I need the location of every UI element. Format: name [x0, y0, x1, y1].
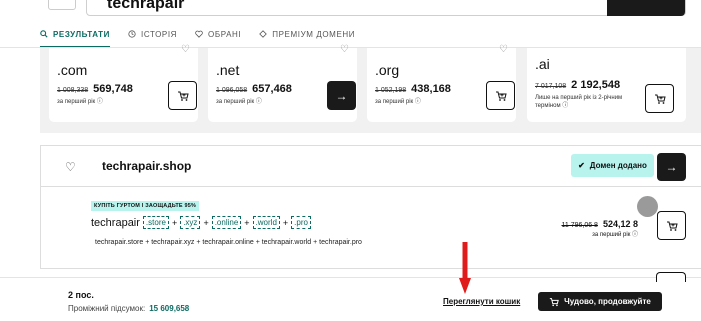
featured-domain-row: ♡ techrapair.shop ✔ Домен додано → [40, 145, 701, 187]
continue-button[interactable]: Чудово, продовжуйте [538, 292, 662, 311]
tld-name: .ai [535, 56, 550, 72]
cart-icon [495, 91, 507, 101]
price-note: за перший рік ⓘ [375, 99, 421, 105]
old-price: 1 052,198 [375, 87, 407, 94]
tld-card-com[interactable]: ♡ .com 1 008,338 569,748 за перший рік ⓘ [49, 44, 198, 122]
tab-label: ПРЕМІУМ ДОМЕНИ [272, 29, 356, 39]
price: 438,168 [411, 83, 451, 95]
tab-results[interactable]: РЕЗУЛЬТАТИ [40, 20, 111, 48]
cart-icon [666, 221, 678, 231]
add-to-cart-button[interactable] [657, 211, 686, 240]
bundle-offer: КУПІТЬ ГУРТОМ І ЗАОЩАДЬТЕ 95% techrapair… [40, 187, 701, 269]
old-price: 11 796,06 8 [561, 222, 598, 229]
extension-chip: .world [252, 216, 280, 229]
price-row: 1 096,058 657,468 [216, 83, 292, 95]
tab-label: ОБРАНІ [208, 29, 242, 39]
search-button[interactable] [607, 0, 685, 16]
heart-icon [195, 30, 203, 38]
cursor-indicator [637, 196, 658, 217]
price-note: за перший рік ⓘ [592, 232, 638, 238]
arrow-right-icon: → [665, 160, 678, 174]
price: 657,468 [252, 83, 292, 95]
price: 569,748 [93, 83, 133, 95]
subtotal-label: Проміжний підсумок: [68, 304, 146, 313]
add-to-cart-button[interactable] [486, 81, 515, 110]
tld-card-ai[interactable]: .ai 7 017,108 2 192,548 Лише на перший р… [527, 48, 686, 122]
bundle-list: techrapair.store + techrapair.xyz + tech… [95, 239, 362, 246]
old-price: 1 096,058 [216, 87, 248, 94]
search-query: techrapair [107, 0, 185, 12]
info-icon: ⓘ [255, 99, 262, 105]
go-arrow-button[interactable]: → [657, 153, 686, 181]
footer-divider [0, 277, 701, 278]
bundle-domains: techrapair .store + .xyz + .online + .wo… [91, 216, 311, 229]
cart-count: 2 пос. [68, 290, 94, 300]
tab-history[interactable]: ІСТОРІЯ [128, 20, 177, 48]
tld-name: .net [216, 62, 240, 78]
tab-label: РЕЗУЛЬТАТИ [53, 29, 111, 39]
diamond-icon [259, 30, 268, 38]
bundle-base: techrapair [91, 216, 140, 229]
results-tabs: РЕЗУЛЬТАТИ ІСТОРІЯ ОБРАНІ ПРЕМІУМ ДОМЕНИ [40, 20, 355, 48]
domain-added-badge: ✔ Домен додано [571, 154, 654, 177]
subtotal-value: 15 609,658 [149, 304, 190, 313]
add-to-cart-button[interactable] [168, 81, 197, 110]
tab-favorites[interactable]: ОБРАНІ [195, 20, 241, 48]
search-area: techrapair [0, 0, 701, 18]
price: 2 192,548 [571, 79, 621, 91]
tld-name: .com [57, 62, 88, 78]
old-price: 7 017,108 [535, 83, 567, 90]
extension-chip: .pro [291, 216, 311, 229]
info-icon: ⓘ [631, 232, 638, 238]
price-row: 1 052,198 438,168 [375, 83, 451, 95]
tld-card-org[interactable]: ♡ .org 1 052,198 438,168 за перший рік ⓘ [367, 44, 516, 122]
old-price: 1 008,338 [57, 87, 89, 94]
subtotal: Проміжний підсумок: 15 609,658 [68, 304, 189, 313]
bundle-price: 11 796,06 8 524,12 8 за перший рік ⓘ [561, 219, 638, 238]
add-to-cart-button[interactable] [645, 84, 674, 113]
tld-card-net[interactable]: ♡ .net 1 096,058 657,468 за перший рік ⓘ… [208, 44, 357, 122]
go-arrow-button[interactable]: → [327, 81, 356, 110]
extension-chip: .online [211, 216, 242, 229]
price-row: 7 017,108 2 192,548 [535, 79, 620, 91]
tab-label: ІСТОРІЯ [141, 29, 178, 39]
price: 524,12 8 [602, 219, 638, 229]
price-note: за перший рік ⓘ [216, 99, 262, 105]
info-icon: ⓘ [414, 99, 421, 105]
extension-chip: .store [142, 216, 169, 229]
added-label: Домен додано [589, 161, 647, 170]
cart-icon [654, 94, 666, 104]
cart-icon [549, 297, 559, 306]
next-row-button[interactable] [656, 272, 686, 282]
price-note: за перший рік ⓘ [57, 99, 103, 105]
checkmark-icon: ✔ [578, 161, 585, 170]
back-button[interactable] [48, 0, 76, 10]
annotation-arrow [459, 242, 471, 294]
info-icon: ⓘ [562, 103, 569, 109]
price-note: Лише на перший рік із 2-річним терміном … [535, 95, 623, 109]
cart-icon [177, 91, 189, 101]
tld-name: .org [375, 62, 400, 78]
info-icon: ⓘ [96, 99, 103, 105]
history-icon [128, 30, 136, 38]
heart-icon[interactable]: ♡ [340, 44, 349, 55]
heart-icon[interactable]: ♡ [181, 44, 190, 55]
heart-icon[interactable]: ♡ [499, 44, 508, 55]
price-row: 1 008,338 569,748 [57, 83, 133, 95]
view-cart-link[interactable]: Переглянути кошик [443, 297, 520, 306]
search-icon [40, 30, 48, 38]
featured-domain-name: techrapair.shop [102, 159, 192, 173]
bundle-tag: КУПІТЬ ГУРТОМ І ЗАОЩАДЬТЕ 95% [91, 201, 200, 211]
arrow-right-icon: → [335, 88, 348, 103]
heart-icon[interactable]: ♡ [65, 160, 76, 174]
search-input[interactable]: techrapair [86, 0, 686, 16]
extension-chip: .xyz [180, 216, 201, 229]
continue-label: Чудово, продовжуйте [564, 297, 651, 306]
